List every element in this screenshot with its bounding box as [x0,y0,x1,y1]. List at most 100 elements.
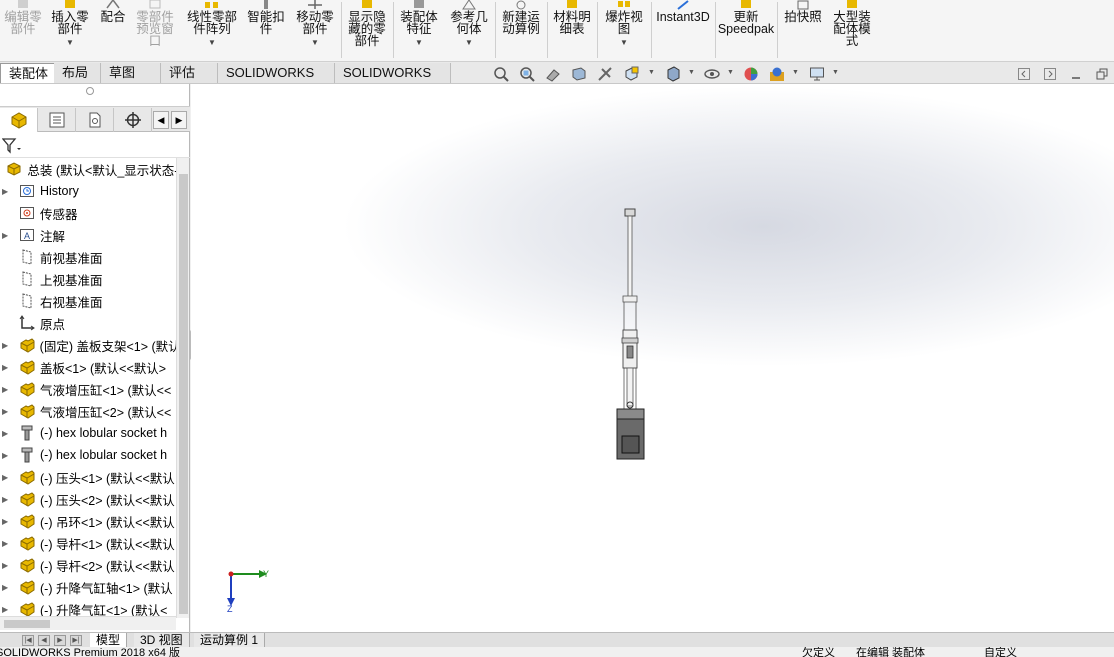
instant3d-button[interactable]: Instant3D [654,0,712,60]
chevron-down-icon[interactable]: ▼ [311,37,319,49]
tree-item[interactable]: ▶ (-) hex lobular socket h [0,422,176,444]
section-view-icon[interactable] [570,65,588,83]
exploded-view-button[interactable]: 爆炸视 图 ▼ [600,0,648,60]
tab-solidworks-mbd[interactable]: SOLIDWORKS MBD [335,63,451,100]
chevron-down-icon[interactable]: ▼ [415,37,423,49]
tree-item[interactable]: 前视基准面 [0,246,176,268]
reference-geometry-button[interactable]: 参考几 何体 ▼ [446,0,492,60]
zoom-to-fit-icon[interactable] [492,65,510,83]
restore-window-icon[interactable] [1093,65,1111,83]
view-settings-icon[interactable] [808,65,826,83]
tabs-scroll-right-button[interactable]: ▶ [171,111,187,129]
status-units[interactable]: 自定义 [984,647,1017,657]
tabs-scroll-left-button[interactable]: ◀ [153,111,169,129]
dynamic-annotation-icon[interactable] [596,65,614,83]
assembly-model-render[interactable]: Y Z [191,84,1114,632]
tree-item[interactable]: ▶ 气液增压缸<1> (默认<< [0,378,176,400]
tab-layout[interactable]: 布局 [54,63,101,83]
tree-item[interactable]: 上视基准面 [0,268,176,290]
expand-arrow-icon[interactable]: ▶ [2,187,12,196]
tree-item[interactable]: ▶ 盖板<1> (默认<<默认> [0,356,176,378]
assembly-features-button[interactable]: 装配体 特征 ▼ [396,0,442,60]
tree-vertical-scrollbar[interactable] [176,158,189,618]
expand-arrow-icon[interactable]: ▶ [2,407,12,416]
tree-item[interactable]: 右视基准面 [0,290,176,312]
bill-of-materials-button[interactable]: 材料明 细表 [550,0,594,60]
tree-item[interactable]: ▶ (-) 升降气缸轴<1> (默认 [0,576,176,598]
hide-show-items-icon[interactable] [703,65,721,83]
graphics-area[interactable]: Y Z [191,84,1114,632]
tree-item[interactable]: ▶ History [0,180,176,202]
smart-fastener-button[interactable]: 智能扣 件 [245,0,287,60]
prev-tab-button[interactable]: ◀ [38,635,50,646]
tab-motion-study-1[interactable]: 运动算例 1 [194,633,266,648]
chevron-down-icon[interactable]: ▼ [66,37,74,49]
tree-item[interactable]: ▶ (-) 导杆<2> (默认<<默认 [0,554,176,576]
previous-view-icon[interactable] [544,65,562,83]
tab-evaluate[interactable]: 评估 [161,63,218,83]
tree-item[interactable]: 原点 [0,312,176,334]
linear-pattern-button[interactable]: 线性零部 件阵列 ▼ [182,0,242,60]
view-orientation-icon[interactable] [622,65,640,83]
chevron-down-icon[interactable]: ▼ [792,69,799,76]
chevron-down-icon[interactable]: ▼ [832,69,839,76]
tab-feature-manager[interactable] [0,108,38,132]
tab-solidworks-addins[interactable]: SOLIDWORKS 插件 [218,63,335,100]
next-tab-button[interactable]: ▶ [54,635,66,646]
large-assembly-mode-button[interactable]: 大型装 配体模 式 [828,0,876,60]
expand-arrow-icon[interactable]: ▶ [2,451,12,460]
mate-button[interactable]: 配合 [96,0,130,60]
last-tab-button[interactable]: ▶| [70,635,82,646]
expand-arrow-icon[interactable]: ▶ [2,583,12,592]
tree-root-assembly[interactable]: 总装 (默认<默认_显示状态-1 [0,158,176,180]
expand-arrow-icon[interactable]: ▶ [2,473,12,482]
tree-item[interactable]: ▶ (固定) 盖板支架<1> (默认 [0,334,176,356]
expand-arrow-icon[interactable]: ▶ [2,517,12,526]
tree-item[interactable]: ▶ (-) 压头<1> (默认<<默认 [0,466,176,488]
tree-item[interactable]: ▶ (-) hex lobular socket h [0,444,176,466]
edit-component-button[interactable]: 编辑零 部件 [2,0,44,60]
panel-collapse-handle[interactable] [86,87,94,95]
tab-dimxpert-manager[interactable] [114,108,152,132]
move-component-button[interactable]: 移动零 部件 ▼ [292,0,338,60]
restore-left-icon[interactable] [1015,65,1033,83]
tree-item[interactable]: ▶ (-) 吊环<1> (默认<<默认 [0,510,176,532]
chevron-down-icon[interactable]: ▼ [620,37,628,49]
expand-arrow-icon[interactable]: ▶ [2,363,12,372]
update-speedpak-button[interactable]: 更新 Speedpak [718,0,774,60]
component-preview-button[interactable]: 零部件 预览窗 口 [133,0,177,60]
tree-horizontal-scrollbar[interactable] [0,616,176,630]
first-tab-button[interactable]: |◀ [22,635,34,646]
tab-configuration-manager[interactable] [76,108,114,132]
tree-item[interactable]: 传感器 [0,202,176,224]
filter-icon[interactable] [2,138,22,154]
apply-scene-icon[interactable] [768,65,786,83]
chevron-down-icon[interactable]: ▼ [648,69,655,76]
tree-item[interactable]: ▶ A 注解 [0,224,176,246]
zoom-to-area-icon[interactable] [518,65,536,83]
show-hidden-components-button[interactable]: 显示隐 藏的零 部件 [344,0,390,60]
tree-item[interactable]: ▶ (-) 导杆<1> (默认<<默认 [0,532,176,554]
edit-appearance-icon[interactable] [742,65,760,83]
insert-component-button[interactable]: 插入零 部件 ▼ [48,0,92,60]
expand-arrow-icon[interactable]: ▶ [2,539,12,548]
minimize-icon[interactable] [1067,65,1085,83]
chevron-down-icon[interactable]: ▼ [465,37,473,49]
tab-sketch[interactable]: 草图 [101,63,161,83]
scrollbar-thumb[interactable] [4,620,50,628]
scrollbar-thumb[interactable] [179,174,188,614]
tab-property-manager[interactable] [38,108,76,132]
tree-item[interactable]: ▶ (-) 升降气缸<1> (默认< [0,598,176,618]
expand-arrow-icon[interactable]: ▶ [2,605,12,614]
take-snapshot-button[interactable]: 拍快照 [780,0,826,60]
tab-model[interactable]: 模型 [90,633,128,648]
tab-3d-views[interactable]: 3D 视图 [134,633,190,648]
expand-arrow-icon[interactable]: ▶ [2,495,12,504]
expand-arrow-icon[interactable]: ▶ [2,341,12,350]
chevron-down-icon[interactable]: ▼ [688,69,695,76]
expand-arrow-icon[interactable]: ▶ [2,429,12,438]
tree-item[interactable]: ▶ (-) 压头<2> (默认<<默认 [0,488,176,510]
expand-arrow-icon[interactable]: ▶ [2,561,12,570]
chevron-down-icon[interactable]: ▼ [208,37,216,49]
display-style-icon[interactable] [664,65,682,83]
